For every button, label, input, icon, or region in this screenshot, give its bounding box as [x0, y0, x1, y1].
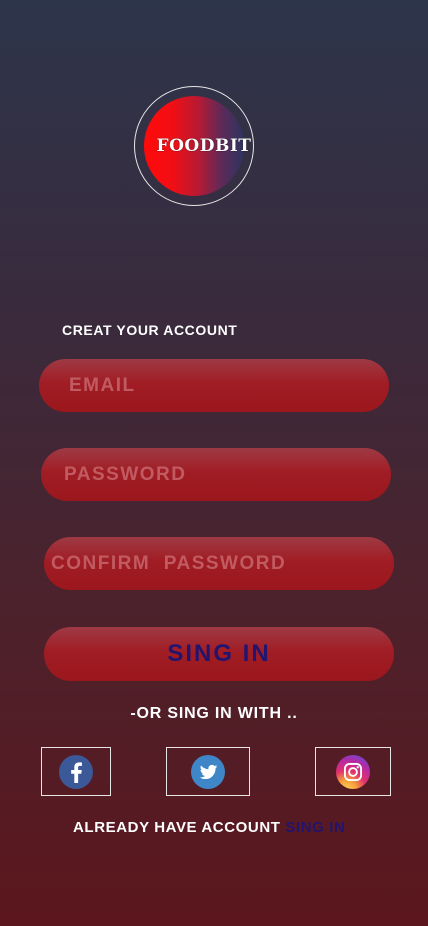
sign-in-button-label: SING IN: [167, 640, 271, 667]
social-divider-text: -OR SING IN WITH ..: [130, 705, 298, 722]
logo-text: FOODBIT: [156, 136, 252, 156]
instagram-login-button[interactable]: [315, 747, 391, 796]
twitter-login-button[interactable]: [166, 747, 250, 796]
already-have-account: ALREADY HAVE ACCOUNT SING IN: [73, 819, 345, 836]
email-field-container: [39, 359, 389, 412]
instagram-icon: [336, 754, 370, 789]
page-title: CREAT YOUR ACCOUNT: [62, 322, 238, 338]
facebook-login-button[interactable]: [41, 747, 111, 796]
twitter-icon: [191, 754, 225, 789]
logo-disc: FOODBIT: [144, 96, 251, 196]
logo: FOODBIT: [134, 86, 254, 206]
confirm-password-field-container: [44, 537, 394, 590]
already-have-account-label: ALREADY HAVE ACCOUNT: [73, 819, 281, 836]
password-field-container: [41, 448, 391, 501]
facebook-icon: [59, 754, 93, 789]
sign-in-link[interactable]: SING IN: [285, 819, 345, 836]
confirm-password-field[interactable]: [51, 537, 394, 590]
password-field[interactable]: [64, 448, 391, 501]
sign-in-button[interactable]: SING IN: [44, 627, 394, 681]
email-field[interactable]: [69, 359, 389, 412]
